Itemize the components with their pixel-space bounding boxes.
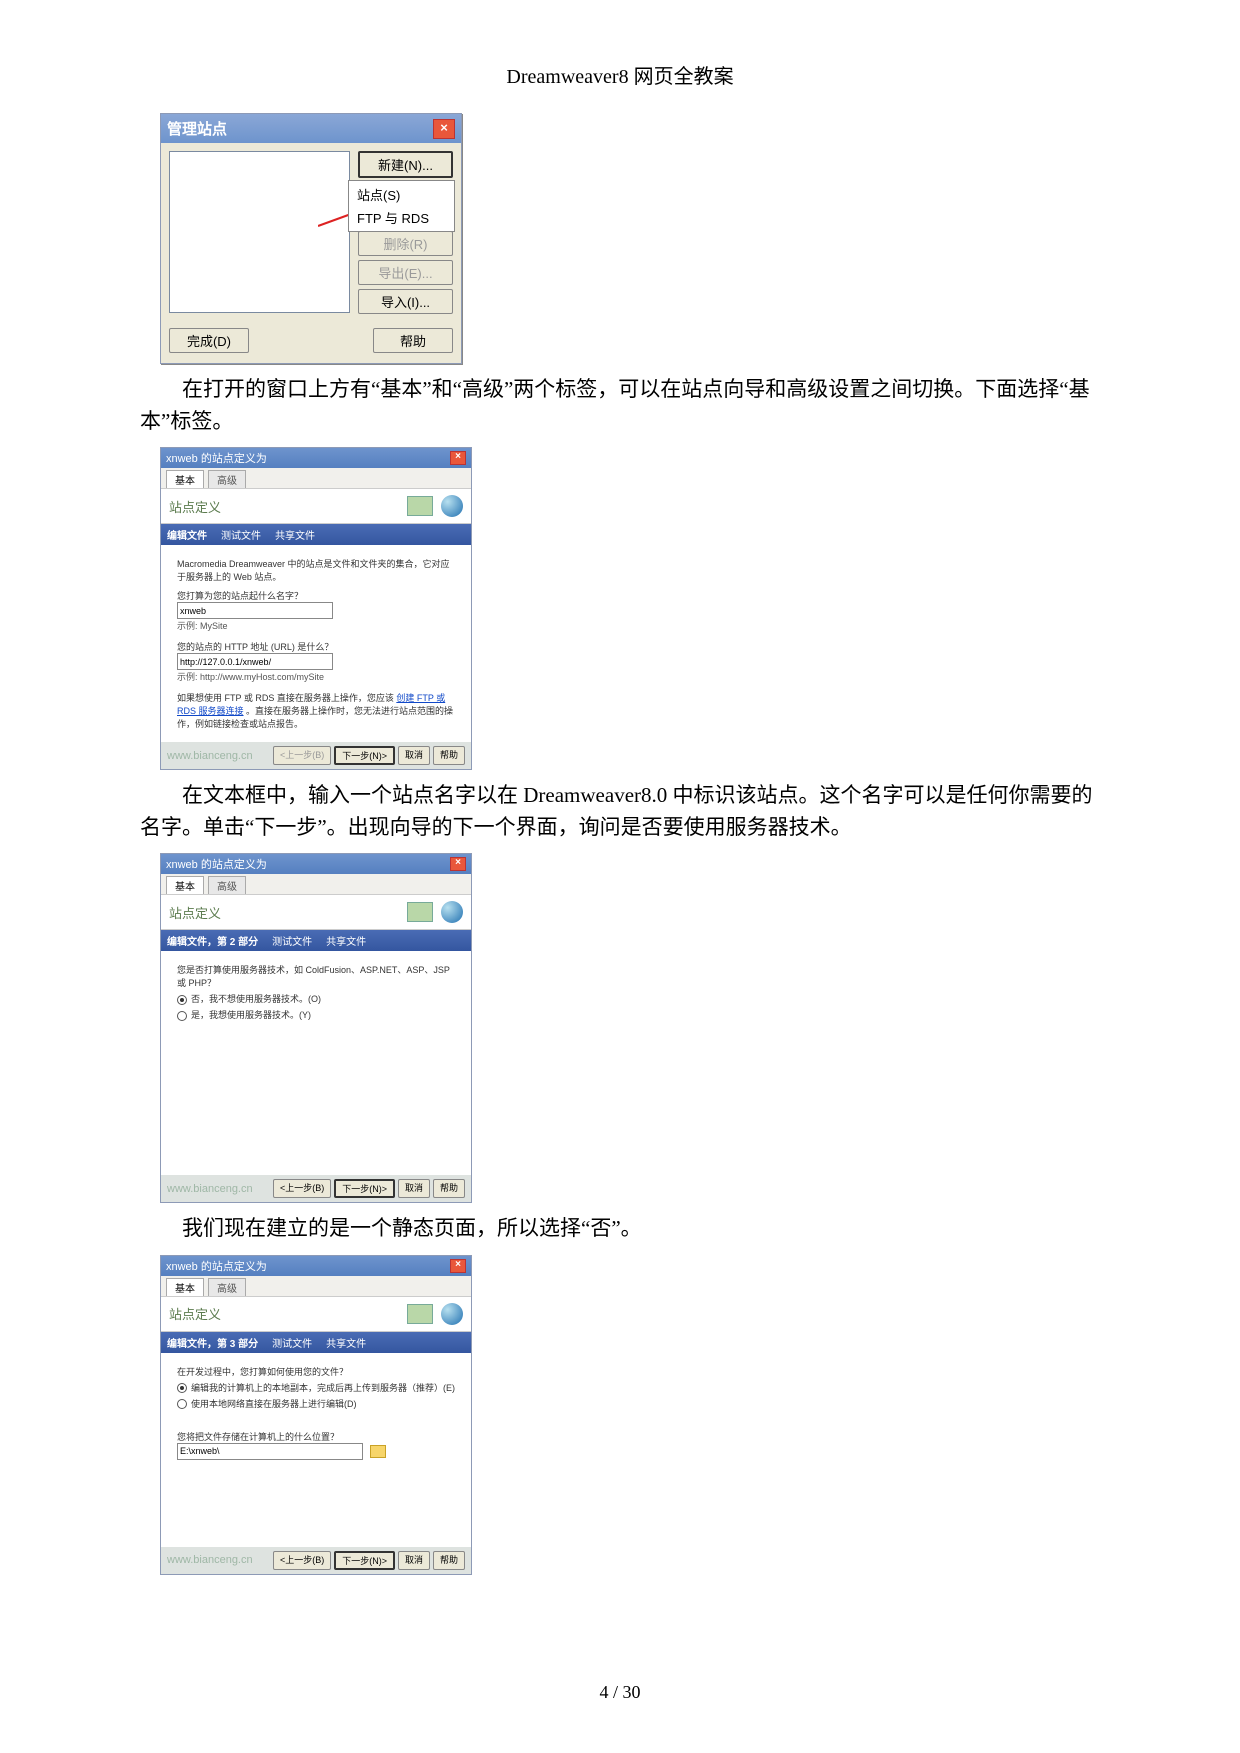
note-pre: 如果想使用 FTP 或 RDS 直接在服务器上操作，您应该 [177,693,394,703]
help-button[interactable]: 帮助 [433,1551,465,1570]
radio-yes[interactable]: 是，我想使用服务器技术。(Y) [177,1008,455,1021]
menu-ftp-rds[interactable]: FTP 与 RDS [349,206,454,229]
tab-advanced[interactable]: 高级 [208,470,246,488]
band-edit: 编辑文件 [167,527,207,542]
close-icon[interactable]: × [433,119,455,139]
site-def-wizard-step3: xnweb 的站点定义为 × 基本 高级 站点定义 编辑文件，第 3 部分 测试… [160,1255,472,1575]
example-url: 示例: http://www.myHost.com/mySite [177,670,455,683]
q-where-store: 您将把文件存储在计算机上的什么位置？ [177,1430,455,1443]
site-url-input[interactable] [177,653,333,670]
radio-direct-server[interactable]: 使用本地网络直接在服务器上进行编辑(D) [177,1397,455,1410]
q-how-files: 在开发过程中，您打算如何使用您的文件？ [177,1365,455,1378]
help-button[interactable]: 帮助 [433,746,465,765]
prev-button[interactable]: <上一步(B) [273,1551,331,1570]
computer-icon [407,1304,433,1324]
globe-icon [441,901,463,923]
watermark: www.bianceng.cn [167,750,253,762]
band-edit: 编辑文件，第 3 部分 [167,1335,258,1350]
section-title: 站点定义 [169,497,221,516]
radio-no[interactable]: 否，我不想使用服务器技术。(O) [177,992,455,1005]
paragraph-3: 我们现在建立的是一个静态页面，所以选择“否”。 [140,1213,1100,1245]
computer-icon [407,496,433,516]
cancel-button[interactable]: 取消 [398,1551,430,1570]
folder-icon[interactable] [370,1445,386,1458]
paragraph-2: 在文本框中，输入一个站点名字以在 Dreamweaver8.0 中标识该站点。这… [140,780,1100,843]
wizard-title: xnweb 的站点定义为 [166,856,267,872]
local-path-input[interactable] [177,1443,363,1460]
band-test: 测试文件 [272,1335,312,1350]
prev-button: <上一步(B) [273,746,331,765]
next-button[interactable]: 下一步(N)> [334,1179,395,1198]
section-title: 站点定义 [169,1304,221,1323]
site-def-wizard-step1: xnweb 的站点定义为 × 基本 高级 站点定义 编辑文件 测试文件 共享文件… [160,447,472,770]
site-list[interactable] [169,151,350,313]
import-button[interactable]: 导入(I)... [358,289,453,314]
globe-icon [441,495,463,517]
tab-advanced[interactable]: 高级 [208,876,246,894]
wizard-title: xnweb 的站点定义为 [166,450,267,466]
site-name-input[interactable] [177,602,333,619]
paragraph-1: 在打开的窗口上方有“基本”和“高级”两个标签，可以在站点向导和高级设置之间切换。… [140,374,1100,437]
band-edit: 编辑文件，第 2 部分 [167,933,258,948]
intro-text: Macromedia Dreamweaver 中的站点是文件和文件夹的集合，它对… [177,557,455,583]
band-share: 共享文件 [326,1335,366,1350]
done-button[interactable]: 完成(D) [169,328,249,353]
band-share: 共享文件 [275,527,315,542]
globe-icon [441,1303,463,1325]
tab-basic[interactable]: 基本 [166,876,204,894]
prev-button[interactable]: <上一步(B) [273,1179,331,1198]
cancel-button[interactable]: 取消 [398,1179,430,1198]
watermark: www.bianceng.cn [167,1183,253,1195]
tab-basic[interactable]: 基本 [166,1278,204,1296]
help-button[interactable]: 帮助 [373,328,453,353]
help-button[interactable]: 帮助 [433,1179,465,1198]
close-icon[interactable]: × [450,451,466,465]
section-title: 站点定义 [169,903,221,922]
band-test: 测试文件 [272,933,312,948]
cancel-button[interactable]: 取消 [398,746,430,765]
q-url: 您的站点的 HTTP 地址 (URL) 是什么？ [177,640,455,653]
close-icon[interactable]: × [450,857,466,871]
example-name: 示例: MySite [177,619,455,632]
remove-button: 删除(R) [358,231,453,256]
manage-sites-dialog: 管理站点 × 新建(N)... 站点(S) FTP 与 RDS 删除(R) [160,113,462,364]
new-menu: 站点(S) FTP 与 RDS [348,180,455,232]
page-number: 4 / 30 [0,1682,1240,1703]
tab-basic[interactable]: 基本 [166,470,204,488]
doc-title: Dreamweaver8 网页全教案 [140,60,1100,89]
band-test: 测试文件 [221,527,261,542]
site-def-wizard-step2: xnweb 的站点定义为 × 基本 高级 站点定义 编辑文件，第 2 部分 测试… [160,853,472,1203]
tab-advanced[interactable]: 高级 [208,1278,246,1296]
wizard-title: xnweb 的站点定义为 [166,1258,267,1274]
q-name: 您打算为您的站点起什么名字？ [177,589,455,602]
q-server-tech: 您是否打算使用服务器技术，如 ColdFusion、ASP.NET、ASP、JS… [177,963,455,989]
band-share: 共享文件 [326,933,366,948]
export-button: 导出(E)... [358,260,453,285]
menu-site[interactable]: 站点(S) [349,183,454,206]
next-button[interactable]: 下一步(N)> [334,746,395,765]
watermark: www.bianceng.cn [167,1554,253,1566]
computer-icon [407,902,433,922]
close-icon[interactable]: × [450,1259,466,1273]
new-button[interactable]: 新建(N)... [358,151,453,178]
dialog-title: 管理站点 [167,118,227,139]
next-button[interactable]: 下一步(N)> [334,1551,395,1570]
radio-local-copy[interactable]: 编辑我的计算机上的本地副本，完成后再上传到服务器（推荐）(E) [177,1381,455,1394]
